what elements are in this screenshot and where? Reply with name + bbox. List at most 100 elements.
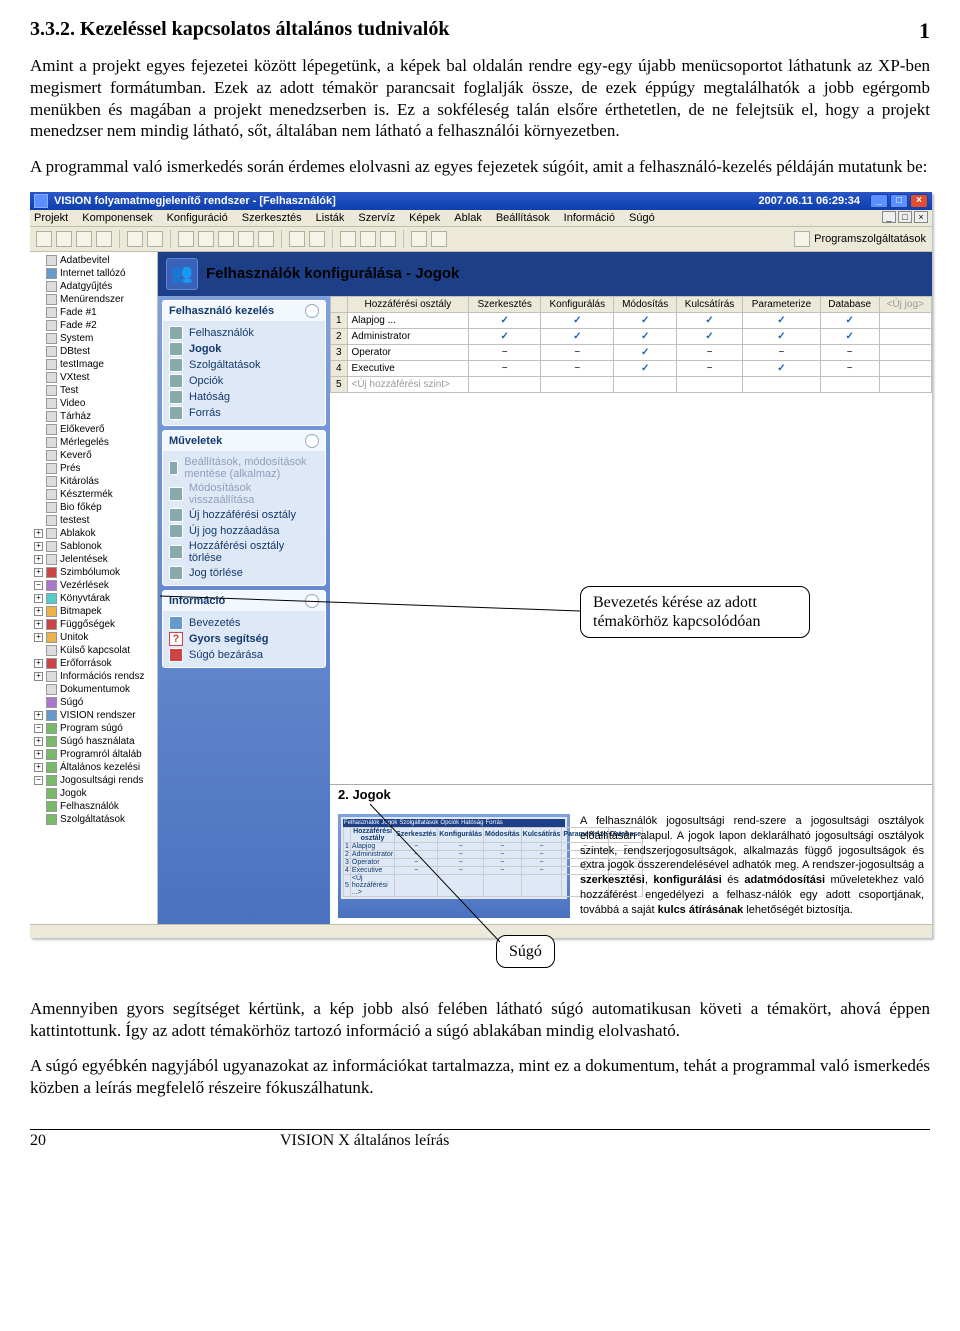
toolbar-icon[interactable] xyxy=(411,231,427,247)
tree-toggle-icon[interactable]: + xyxy=(34,542,43,551)
tree-toggle-icon[interactable]: + xyxy=(34,555,43,564)
toolbar-icon[interactable] xyxy=(431,231,447,247)
tree-toggle-icon[interactable]: + xyxy=(34,763,43,772)
perm-col-header[interactable]: Kulcsátírás xyxy=(676,296,742,312)
nav-item[interactable]: ?Gyors segítség xyxy=(167,631,321,647)
nav-item[interactable]: Szolgáltatások xyxy=(167,357,321,373)
mdi-restore-button[interactable]: □ xyxy=(898,211,912,223)
tree-item[interactable]: −Program súgó xyxy=(32,722,157,735)
tree-item[interactable]: Video xyxy=(32,397,157,410)
tree-item[interactable]: +Függőségek xyxy=(32,618,157,631)
tree-item[interactable]: Fade #2 xyxy=(32,319,157,332)
perm-col-header[interactable]: Database xyxy=(820,296,879,312)
toolbar-icon[interactable] xyxy=(258,231,274,247)
menu-item[interactable]: Szervíz xyxy=(358,212,395,224)
chevron-icon[interactable] xyxy=(305,594,319,608)
toolbar-icon[interactable] xyxy=(178,231,194,247)
tree-item[interactable]: +Általános kezelési xyxy=(32,761,157,774)
chevron-icon[interactable] xyxy=(305,304,319,318)
tree-toggle-icon[interactable]: + xyxy=(34,750,43,759)
toolbar-right-icon[interactable] xyxy=(794,231,810,247)
perm-col-header[interactable]: Hozzáférési osztály xyxy=(347,296,469,312)
nav-item[interactable]: Súgó bezárása xyxy=(167,647,321,663)
menu-item[interactable]: Konfiguráció xyxy=(167,212,228,224)
perm-row[interactable]: 1Alapjog ...✓✓✓✓✓✓ xyxy=(331,312,932,328)
perm-row[interactable]: 2Administrator✓✓✓✓✓✓ xyxy=(331,328,932,344)
toolbar-icon[interactable] xyxy=(218,231,234,247)
tree-toggle-icon[interactable]: + xyxy=(34,711,43,720)
tree-toggle-icon[interactable]: + xyxy=(34,737,43,746)
tree-toggle-icon[interactable]: + xyxy=(34,659,43,668)
menu-item[interactable]: Listák xyxy=(316,212,345,224)
tree-item[interactable]: Internet tallózó xyxy=(32,267,157,280)
tree-item[interactable]: +Unitok xyxy=(32,631,157,644)
perm-row[interactable]: 3Operator−−✓−−− xyxy=(331,344,932,360)
tree-item[interactable]: +Könyvtárak xyxy=(32,592,157,605)
nav-item[interactable]: Jog törlése xyxy=(167,565,321,581)
tree-toggle-icon[interactable]: + xyxy=(34,529,43,538)
toolbar-icon[interactable] xyxy=(198,231,214,247)
perm-col-header[interactable]: Parameterize xyxy=(743,296,821,312)
tree-toggle-icon[interactable]: − xyxy=(34,581,43,590)
tree-item[interactable]: Előkeverő xyxy=(32,423,157,436)
tree-item[interactable]: Jogok xyxy=(32,787,157,800)
mdi-close-button[interactable]: × xyxy=(914,211,928,223)
menu-item[interactable]: Képek xyxy=(409,212,440,224)
minimize-button[interactable]: _ xyxy=(870,194,888,208)
tree-item[interactable]: Külső kapcsolat xyxy=(32,644,157,657)
tree-item[interactable]: Bio főkép xyxy=(32,501,157,514)
toolbar-icon[interactable] xyxy=(76,231,92,247)
toolbar-icon[interactable] xyxy=(127,231,143,247)
tree-item[interactable]: Adatbevitel xyxy=(32,254,157,267)
tree-item[interactable]: Késztermék xyxy=(32,488,157,501)
tree-toggle-icon[interactable]: + xyxy=(34,620,43,629)
permissions-table[interactable]: Hozzáférési osztálySzerkesztésKonfigurál… xyxy=(330,296,932,393)
nav-item[interactable]: Forrás xyxy=(167,405,321,421)
menu-item[interactable]: Információ xyxy=(564,212,615,224)
tree-item[interactable]: testest xyxy=(32,514,157,527)
tree-item[interactable]: +Súgó használata xyxy=(32,735,157,748)
nav-item[interactable]: Felhasználók xyxy=(167,325,321,341)
toolbar-icon[interactable] xyxy=(96,231,112,247)
nav-item[interactable]: Hatóság xyxy=(167,389,321,405)
tree-item[interactable]: Prés xyxy=(32,462,157,475)
toolbar-icon[interactable] xyxy=(56,231,72,247)
tree-item[interactable]: Fade #1 xyxy=(32,306,157,319)
tree-item[interactable]: Test xyxy=(32,384,157,397)
nav-item[interactable]: Hozzáférési osztály törlése xyxy=(167,539,321,565)
chevron-icon[interactable] xyxy=(305,434,319,448)
tree-item[interactable]: +Szimbólumok xyxy=(32,566,157,579)
tree-item[interactable]: DBtest xyxy=(32,345,157,358)
tree-item[interactable]: Mérlegelés xyxy=(32,436,157,449)
toolbar-icon[interactable] xyxy=(360,231,376,247)
tree-toggle-icon[interactable]: + xyxy=(34,568,43,577)
tree-item[interactable]: +VISION rendszer xyxy=(32,709,157,722)
tree-item[interactable]: testImage xyxy=(32,358,157,371)
tree-item[interactable]: Kitárolás xyxy=(32,475,157,488)
tree-item[interactable]: Dokumentumok xyxy=(32,683,157,696)
mdi-minimize-button[interactable]: _ xyxy=(882,211,896,223)
tree-toggle-icon[interactable]: + xyxy=(34,607,43,616)
perm-col-header[interactable]: Szerkesztés xyxy=(469,296,541,312)
toolbar-icon[interactable] xyxy=(36,231,52,247)
tree-toggle-icon[interactable]: − xyxy=(34,724,43,733)
tree-item[interactable]: +Bitmapek xyxy=(32,605,157,618)
tree-item[interactable]: Keverő xyxy=(32,449,157,462)
toolbar-icon[interactable] xyxy=(340,231,356,247)
tree-item[interactable]: System xyxy=(32,332,157,345)
tree-item[interactable]: Menürendszer xyxy=(32,293,157,306)
tree-item[interactable]: −Vezérlések xyxy=(32,579,157,592)
tree-item[interactable]: +Információs rendsz xyxy=(32,670,157,683)
menu-item[interactable]: Beállítások xyxy=(496,212,550,224)
menu-item[interactable]: Szerkesztés xyxy=(242,212,302,224)
maximize-button[interactable]: □ xyxy=(890,194,908,208)
tree-item[interactable]: +Sablonok xyxy=(32,540,157,553)
perm-row[interactable]: 4Executive−−✓−✓− xyxy=(331,360,932,376)
tree-item[interactable]: +Jelentések xyxy=(32,553,157,566)
nav-item[interactable]: Új hozzáférési osztály xyxy=(167,507,321,523)
tree-item[interactable]: Súgó xyxy=(32,696,157,709)
menu-item[interactable]: Komponensek xyxy=(82,212,152,224)
tree-item[interactable]: Adatgyűjtés xyxy=(32,280,157,293)
nav-item[interactable]: Új jog hozzáadása xyxy=(167,523,321,539)
tree-item[interactable]: +Ablakok xyxy=(32,527,157,540)
